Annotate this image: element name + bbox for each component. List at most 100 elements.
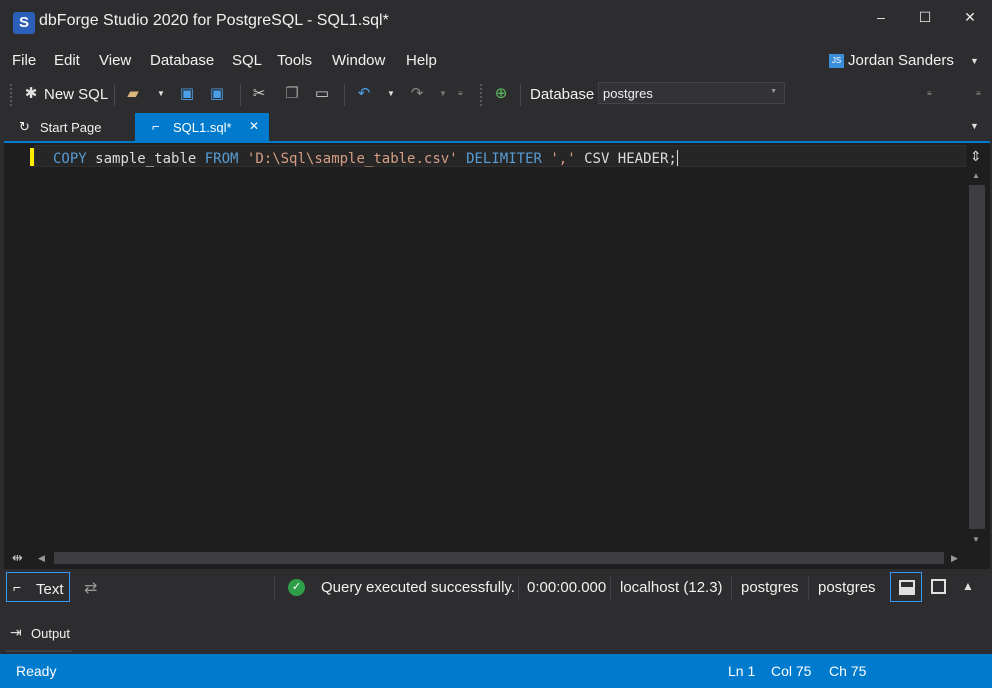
- code-line[interactable]: COPY sample_table FROM 'D:\Sql\sample_ta…: [34, 145, 966, 167]
- close-tab-icon[interactable]: ✕: [249, 119, 259, 133]
- toolbar-grip[interactable]: [480, 84, 482, 106]
- divider: [731, 576, 732, 600]
- sql-editor[interactable]: COPY sample_table FROM 'D:\Sql\sample_ta…: [4, 141, 990, 569]
- maximize-panel-icon[interactable]: [931, 579, 946, 594]
- toolbar-overflow-icon[interactable]: ≡: [458, 89, 463, 98]
- undo-icon[interactable]: ↶: [355, 85, 373, 103]
- close-window-button[interactable]: ✕: [955, 6, 985, 28]
- split-horizontal-icon[interactable]: ⇹: [12, 550, 23, 566]
- status-column: Col 75: [771, 663, 812, 679]
- paste-icon[interactable]: ▭: [313, 85, 331, 103]
- tab-list-chevron-down-icon[interactable]: ▼: [970, 121, 979, 131]
- tab-output-label: Output: [31, 626, 71, 641]
- connect-plug-icon[interactable]: ⊕: [492, 85, 510, 103]
- vertical-scroll-track[interactable]: [969, 185, 985, 529]
- menu-window[interactable]: Window: [332, 52, 385, 69]
- editor-gutter: [4, 143, 34, 548]
- user-info: postgres: [818, 579, 876, 596]
- vertical-scrollbar[interactable]: ⇕ ▲ ▼: [966, 145, 988, 548]
- text-view-label: Text: [36, 581, 64, 598]
- divider: [808, 576, 809, 600]
- tab-sql1-label: SQL1.sql*: [173, 120, 232, 135]
- tab-sql1[interactable]: ⌐ SQL1.sql* ✕: [135, 113, 269, 141]
- maximize-button[interactable]: ☐: [910, 6, 940, 28]
- text-document-icon: ⌐: [13, 579, 22, 595]
- database-select[interactable]: postgres ▼: [598, 82, 785, 104]
- server-info: localhost (12.3): [620, 579, 723, 596]
- scroll-up-icon[interactable]: ▲: [972, 171, 980, 180]
- text-caret: [676, 150, 678, 166]
- identifier-table: sample_table: [95, 151, 197, 167]
- toolbar-overflow-icon[interactable]: ≡: [927, 89, 932, 98]
- tab-start-page-label: Start Page: [40, 120, 102, 135]
- undo-chevron-down-icon[interactable]: ▼: [387, 89, 395, 98]
- document-tabstrip: ↻ Start Page ⌐ SQL1.sql* ✕: [0, 113, 992, 141]
- new-sql-icon[interactable]: ✱: [22, 85, 40, 103]
- check-circle-icon: ✓: [288, 579, 305, 596]
- horizontal-scrollbar[interactable]: ⇹ ◀ ▶: [4, 548, 966, 568]
- database-select-value: postgres: [603, 86, 653, 101]
- tab-start-page[interactable]: ↻ Start Page: [10, 113, 134, 141]
- string-file-path: 'D:\Sql\sample_table.csv': [246, 151, 458, 167]
- scroll-down-icon[interactable]: ▼: [972, 535, 980, 544]
- tab-output[interactable]: ⇥ Output: [6, 620, 72, 652]
- sql-document-icon: ⌐: [152, 119, 160, 134]
- toolbar-grip[interactable]: [10, 84, 12, 106]
- swap-view-icon[interactable]: ⇄: [84, 578, 97, 598]
- csv-header-clause: CSV HEADER;: [584, 151, 677, 167]
- redo-icon[interactable]: ↷: [408, 85, 426, 103]
- string-delimiter-value: ',': [550, 151, 576, 167]
- status-state: Ready: [16, 663, 57, 679]
- collapse-panel-icon[interactable]: ▲: [962, 579, 974, 593]
- main-toolbar: ✱ New SQL ▰ ▼ ▣ ▣ ✂ ❐ ▭ ↶ ▼ ↷ ▼ ≡ ⊕ Data…: [0, 78, 992, 110]
- panel-layout-button[interactable]: [890, 572, 922, 602]
- scroll-right-icon[interactable]: ▶: [951, 553, 958, 564]
- menu-edit[interactable]: Edit: [54, 52, 80, 69]
- query-result-bar: ⌐ Text ⇄ ✓ Query executed successfully. …: [4, 571, 990, 605]
- save-icon[interactable]: ▣: [178, 85, 196, 103]
- divider: [610, 576, 611, 600]
- minimize-button[interactable]: –: [866, 6, 896, 28]
- execution-time: 0:00:00.000: [527, 579, 607, 596]
- menu-view[interactable]: View: [99, 52, 131, 69]
- window-title: dbForge Studio 2020 for PostgreSQL - SQL…: [39, 12, 389, 29]
- text-view-button[interactable]: ⌐ Text: [6, 572, 70, 602]
- title-bar: S dbForge Studio 2020 for PostgreSQL - S…: [0, 0, 992, 44]
- database-info: postgres: [741, 579, 799, 596]
- menu-sql[interactable]: SQL: [232, 52, 262, 69]
- new-sql-button[interactable]: New SQL: [44, 86, 108, 103]
- status-line: Ln 1: [728, 663, 756, 679]
- keyword-delimiter: DELIMITER: [466, 151, 542, 167]
- user-name[interactable]: Jordan Sanders: [848, 52, 954, 69]
- open-chevron-down-icon[interactable]: ▼: [157, 89, 165, 98]
- database-label: Database: [530, 86, 595, 103]
- divider: [274, 576, 275, 600]
- user-avatar[interactable]: JS: [829, 54, 844, 68]
- app-logo-icon: S: [13, 12, 35, 34]
- output-icon: ⇥: [10, 624, 22, 640]
- toolbar-overflow-icon[interactable]: ≡: [976, 89, 981, 98]
- cut-icon[interactable]: ✂: [250, 85, 268, 103]
- execution-message: Query executed successfully.: [321, 579, 515, 596]
- save-all-icon[interactable]: ▣: [208, 85, 226, 103]
- status-char: Ch 75: [829, 663, 867, 679]
- menu-database[interactable]: Database: [150, 52, 214, 69]
- panel-bottom-icon: [899, 580, 915, 595]
- menu-tools[interactable]: Tools: [277, 52, 312, 69]
- divider: [518, 576, 519, 600]
- menu-file[interactable]: File: [12, 52, 36, 69]
- toolbar-divider: [520, 84, 521, 106]
- copy-icon[interactable]: ❐: [283, 85, 301, 103]
- horizontal-scroll-track[interactable]: [54, 552, 944, 564]
- chevron-down-icon: ▼: [770, 88, 777, 95]
- split-editor-icon[interactable]: ⇕: [970, 148, 982, 165]
- redo-chevron-down-icon[interactable]: ▼: [439, 89, 447, 98]
- menu-help[interactable]: Help: [406, 52, 437, 69]
- open-folder-icon[interactable]: ▰: [124, 85, 142, 103]
- scroll-left-icon[interactable]: ◀: [38, 553, 45, 564]
- keyword-copy: COPY: [53, 151, 87, 167]
- toolbar-divider: [240, 84, 241, 106]
- user-menu-chevron-down-icon[interactable]: ▼: [970, 56, 979, 66]
- sql-statement: COPY sample_table FROM 'D:\Sql\sample_ta…: [53, 150, 678, 167]
- toolbar-divider: [344, 84, 345, 106]
